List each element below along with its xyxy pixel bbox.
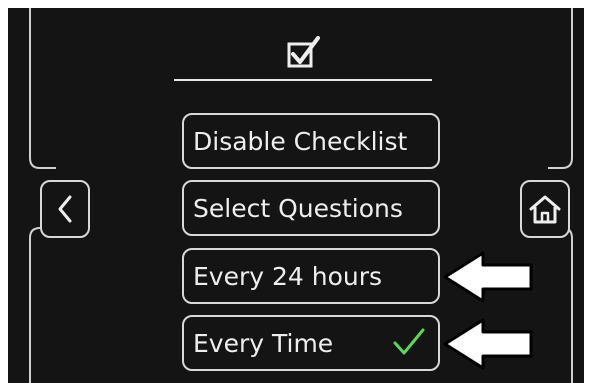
every-24-hours-button[interactable]: Every 24 hours [182,248,440,304]
arrow-left-icon [443,251,533,303]
menu-item-label: Select Questions [193,193,403,223]
menu-item-label: Disable Checklist [193,126,408,156]
menu-item-label: Every Time [193,328,334,358]
chevron-left-icon [58,195,72,223]
home-button[interactable] [520,180,570,238]
back-button[interactable] [40,180,90,238]
menu-item-label: Every 24 hours [193,261,383,291]
disable-checklist-button[interactable]: Disable Checklist [182,113,440,169]
checkmark-icon [393,328,425,355]
checkbox-checked-icon [287,36,320,68]
home-icon [529,195,561,224]
header-divider [174,79,432,81]
checklist-settings-screen: Disable Checklist Select Questions Every… [8,8,584,383]
select-questions-button[interactable]: Select Questions [182,180,440,236]
arrow-left-icon [443,318,533,370]
every-time-button[interactable]: Every Time [182,315,440,371]
